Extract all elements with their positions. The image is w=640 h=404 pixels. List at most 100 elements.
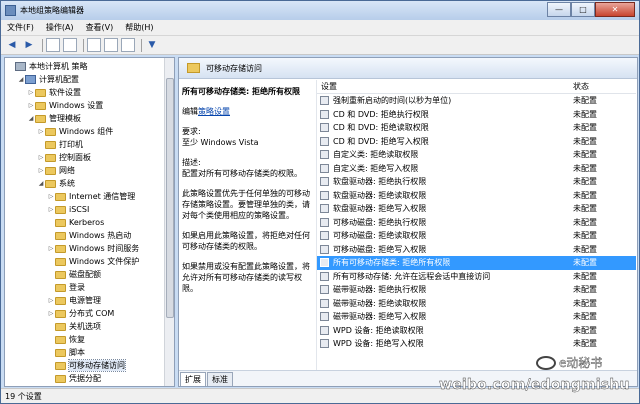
expand-toggle-icon[interactable]: ▷ (47, 206, 55, 213)
expand-toggle-icon[interactable]: ▷ (37, 154, 45, 161)
setting-row[interactable]: CD 和 DVD: 拒绝写入权限 未配置 (317, 135, 636, 149)
tree-item[interactable]: ▷ 电源管理 (47, 294, 101, 307)
expand-toggle-icon[interactable]: ◢ (37, 180, 45, 187)
tree-item[interactable]: ▷ Windows 设置 (27, 99, 104, 112)
back-icon[interactable]: ◀ (5, 38, 19, 52)
setting-row[interactable]: WPD 设备: 拒绝写入权限 未配置 (317, 337, 636, 351)
setting-row[interactable]: CD 和 DVD: 拒绝读取权限 未配置 (317, 121, 636, 135)
folder-up-icon[interactable] (46, 38, 60, 52)
tree-item[interactable]: Windows 热启动 (47, 229, 131, 242)
tree-item[interactable]: ▷ Windows 组件 (37, 125, 114, 138)
policy-setting-icon (320, 96, 329, 106)
tree-item[interactable]: 打印机 (37, 138, 83, 151)
expand-toggle-icon[interactable]: ▷ (47, 193, 55, 200)
setting-row[interactable]: 所有可移动存储: 允许在远程会话中直接访问 未配置 (317, 270, 636, 284)
setting-row[interactable]: 磁带驱动器: 拒绝执行权限 未配置 (317, 283, 636, 297)
menu-help[interactable]: 帮助(H) (119, 22, 159, 33)
description-label: 描述: (182, 158, 201, 167)
maximize-button[interactable]: □ (571, 2, 595, 17)
description-text: 配置对所有可移动存储类的权限。 (182, 169, 302, 178)
tree-item[interactable]: 登录 (47, 281, 85, 294)
column-header-state[interactable]: 状态 (573, 81, 589, 92)
title-bar[interactable]: 本地组策略编辑器 — □ ✕ (1, 1, 639, 20)
toolbar: ◀ ▶ ▼ (1, 36, 639, 55)
tree-item[interactable]: ◢ 管理模板 (27, 112, 81, 125)
tree-item[interactable]: ▷ 网络 (37, 164, 75, 177)
setting-state: 未配置 (573, 204, 597, 214)
tree-item[interactable]: 恢复 (47, 333, 85, 346)
setting-row[interactable]: 软盘驱动器: 拒绝写入权限 未配置 (317, 202, 636, 216)
tree-item[interactable]: 凭据分配 (47, 372, 101, 385)
expand-toggle-icon[interactable]: ▷ (37, 167, 45, 174)
tree-item[interactable]: ▷ iSCSI (47, 203, 90, 216)
properties-icon[interactable] (121, 38, 135, 52)
expand-toggle-icon[interactable]: ▷ (47, 310, 55, 317)
tree-item[interactable]: 可移动存储访问 (47, 359, 126, 372)
setting-row[interactable]: 可移动磁盘: 拒绝写入权限 未配置 (317, 243, 636, 257)
setting-row[interactable]: WPD 设备: 拒绝读取权限 未配置 (317, 324, 636, 338)
tree-scrollbar[interactable] (164, 58, 174, 386)
setting-state: 未配置 (573, 136, 597, 146)
menu-file[interactable]: 文件(F) (1, 22, 40, 33)
folder-icon (55, 257, 66, 266)
folder-icon (45, 166, 56, 175)
expand-toggle-icon[interactable]: ▷ (47, 297, 55, 304)
tree-item[interactable]: Kerberos (47, 216, 104, 229)
expand-toggle-icon[interactable]: ▷ (47, 245, 55, 252)
column-header-setting[interactable]: 设置 (317, 81, 573, 92)
expand-toggle-icon[interactable]: ▷ (27, 102, 35, 109)
setting-row[interactable]: 软盘驱动器: 拒绝读取权限 未配置 (317, 189, 636, 203)
show-tree-icon[interactable] (63, 38, 77, 52)
setting-state: 未配置 (573, 96, 597, 106)
setting-row[interactable]: 可移动磁盘: 拒绝读取权限 未配置 (317, 229, 636, 243)
setting-row[interactable]: 磁带驱动器: 拒绝读取权限 未配置 (317, 297, 636, 311)
setting-row[interactable]: 自定义类: 拒绝读取权限 未配置 (317, 148, 636, 162)
setting-name: 所有可移动存储: 允许在远程会话中直接访问 (333, 271, 491, 281)
policy-setting-icon (320, 231, 329, 241)
filter-icon[interactable]: ▼ (145, 38, 159, 52)
menu-view[interactable]: 查看(V) (80, 22, 120, 33)
setting-row[interactable]: 磁带驱动器: 拒绝写入权限 未配置 (317, 310, 636, 324)
minimize-button[interactable]: — (547, 2, 571, 17)
close-button[interactable]: ✕ (595, 2, 635, 17)
expand-toggle-icon[interactable]: ▷ (27, 89, 35, 96)
setting-name-cell: 软盘驱动器: 拒绝写入权限 (317, 203, 573, 214)
tree-item[interactable]: 脚本 (47, 346, 85, 359)
folder-icon (35, 101, 46, 110)
tree-item[interactable]: ◢ 计算机配置 (17, 73, 79, 86)
setting-row[interactable]: 自定义类: 拒绝写入权限 未配置 (317, 162, 636, 176)
tree-item[interactable]: 关机选项 (47, 320, 101, 333)
setting-row[interactable]: 强制重新启动的时间(以秒为单位) 未配置 (317, 94, 636, 108)
tree-item-label: 网络 (59, 166, 75, 175)
tree-item[interactable]: Windows 文件保护 (47, 255, 139, 268)
setting-row[interactable]: 可移动磁盘: 拒绝执行权限 未配置 (317, 216, 636, 230)
folder-icon (55, 361, 66, 370)
tree-item[interactable]: 本地计算机 策略 (7, 60, 88, 73)
setting-name-cell: 磁带驱动器: 拒绝写入权限 (317, 311, 573, 322)
folder-icon (55, 296, 66, 305)
tree-item[interactable]: ▷ Windows 时间服务 (47, 242, 140, 255)
tree-item[interactable]: ◢ 系统 (37, 177, 75, 190)
expand-toggle-icon[interactable]: ◢ (17, 76, 25, 83)
setting-row[interactable]: 软盘驱动器: 拒绝执行权限 未配置 (317, 175, 636, 189)
expand-toggle-icon[interactable]: ◢ (27, 115, 35, 122)
tree-item[interactable]: 磁盘配额 (47, 268, 101, 281)
tree-item[interactable]: ▷ Internet 通信管理 (47, 190, 136, 203)
tree-scroll-thumb[interactable] (166, 78, 174, 318)
setting-row[interactable]: 所有可移动存储类: 拒绝所有权限 未配置 (317, 256, 636, 270)
help-icon[interactable] (104, 38, 118, 52)
tab-extended[interactable]: 扩展 (180, 372, 206, 386)
tab-standard[interactable]: 标准 (207, 372, 233, 386)
export-icon[interactable] (87, 38, 101, 52)
setting-state: 未配置 (573, 271, 597, 281)
tree-item[interactable]: ▷ 分布式 COM (47, 307, 115, 320)
tree-item[interactable]: ▷ 软件设置 (27, 86, 81, 99)
expand-toggle-icon[interactable]: ▷ (37, 128, 45, 135)
tree-item-label: 凭据分配 (69, 374, 101, 383)
menu-action[interactable]: 操作(A) (40, 22, 80, 33)
edit-policy-link[interactable]: 策略设置 (198, 107, 230, 116)
tree-item[interactable]: ▷ 控制面板 (37, 151, 91, 164)
forward-icon[interactable]: ▶ (22, 38, 36, 52)
setting-row[interactable]: CD 和 DVD: 拒绝执行权限 未配置 (317, 108, 636, 122)
setting-state: 未配置 (573, 244, 597, 254)
